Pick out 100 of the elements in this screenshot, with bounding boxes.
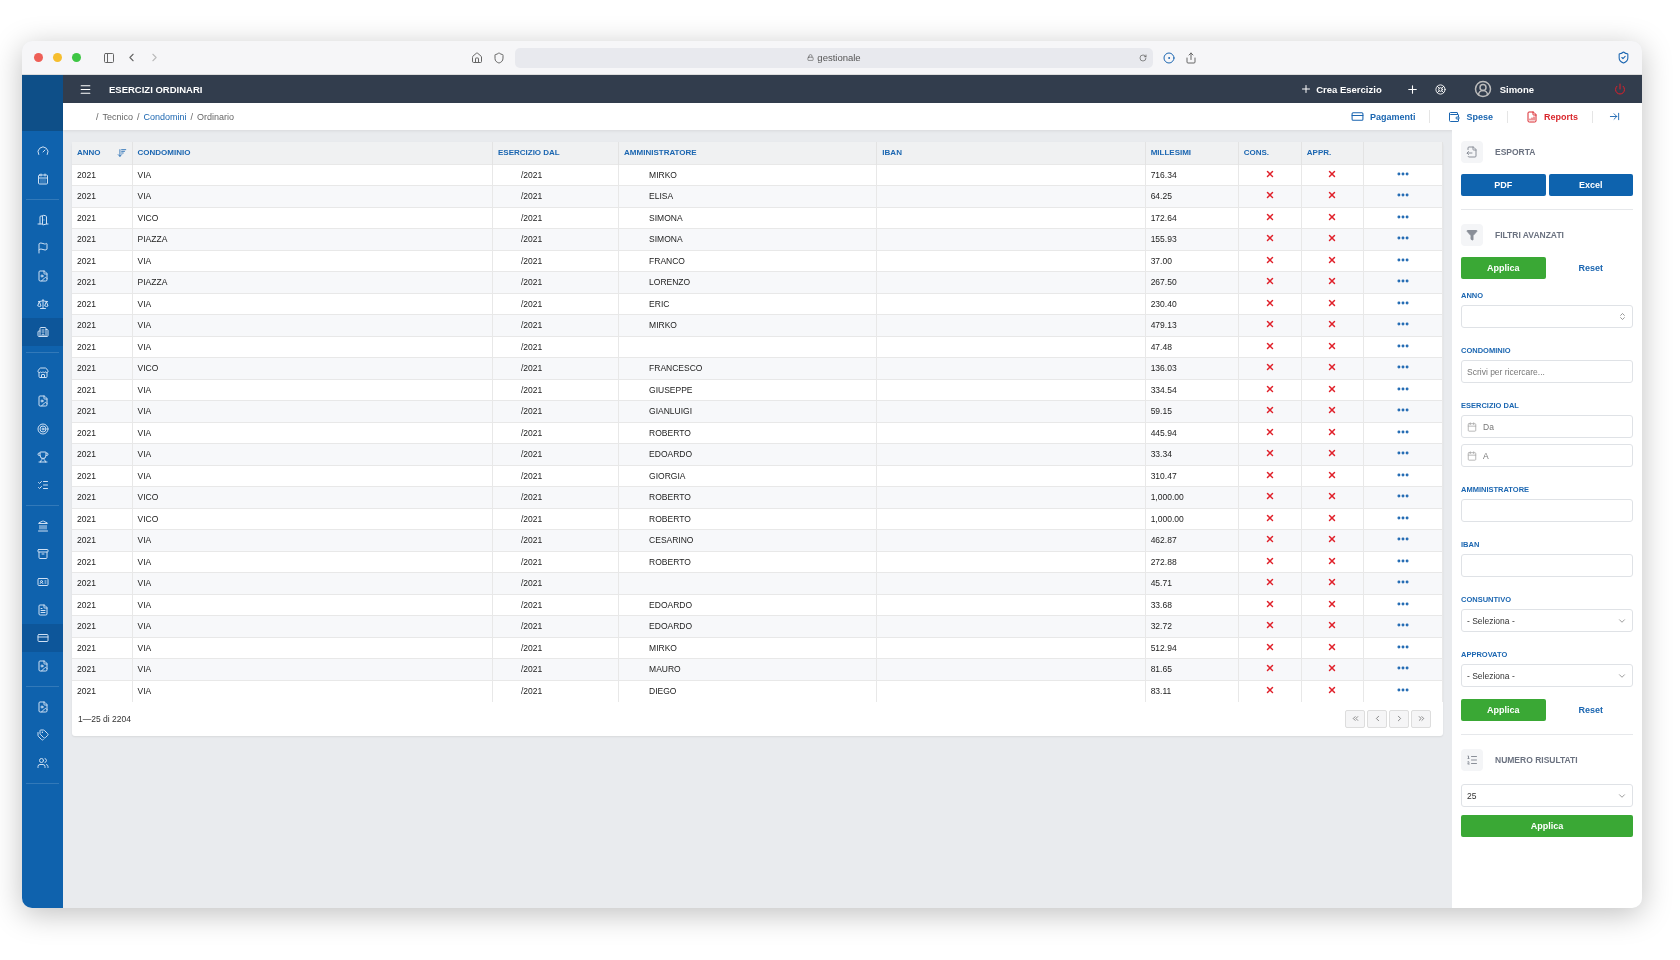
lock-icon [807,54,815,61]
select-value: - Seleziona - [1467,615,1516,626]
input-field[interactable] [1461,554,1633,577]
column-header[interactable]: CONDOMINIO [137,148,191,158]
export-button[interactable]: Excel [1548,174,1633,196]
table-cell: 2021 [77,686,96,696]
table-cell: /2021 [520,277,543,288]
breadcrumb-item: Tecnico [102,111,134,122]
create-link[interactable]: Crea Esercizio [1316,83,1382,95]
spinner-icon[interactable] [1618,312,1627,321]
apply-button[interactable]: Applica [1461,257,1546,279]
home-icon[interactable] [471,51,483,64]
reload-icon[interactable] [1139,53,1147,62]
shield-icon[interactable] [493,51,505,64]
input-field[interactable] [1461,499,1633,522]
plus-icon[interactable] [1405,82,1419,96]
input-field[interactable]: Scrivi per ricercare... [1461,360,1633,383]
table-cell: MIRKO [649,320,677,331]
table-cell: GIANLUIGI [649,406,693,417]
select-field[interactable]: - Seleziona - [1461,609,1633,632]
menu-icon[interactable] [79,82,92,96]
users-icon [36,757,49,769]
table-cell: 2021 [77,363,96,374]
reset-button[interactable]: Reset [1548,257,1633,279]
table-cell: 172.64 [1150,212,1177,223]
table-cell: 310.47 [1150,470,1177,481]
column-header[interactable]: IBAN [882,148,902,158]
select-value: 25 [1467,790,1478,801]
select-field[interactable]: 25 [1461,784,1633,807]
apply-button[interactable]: Applica [1461,699,1546,721]
table-cell: SIMONA [649,234,683,245]
column-header[interactable]: AMMINISTRATORE [624,148,697,158]
apply-button[interactable]: Applica [1461,815,1633,837]
table-cell: 479.13 [1150,320,1177,331]
table-cell: SIMONA [649,212,683,223]
table-cell: /2021 [520,363,543,374]
user-name[interactable]: Simone [1499,83,1534,95]
table-cell: 2021 [77,341,96,352]
column-header[interactable]: ANNO [77,148,101,158]
input-field[interactable]: A [1461,444,1633,467]
collapse-icon[interactable] [1609,111,1620,122]
table-cell: /2021 [520,212,543,223]
select-field[interactable]: - Seleziona - [1461,664,1633,687]
export-button[interactable]: PDF [1461,174,1546,196]
table-cell: 272.88 [1150,556,1177,567]
sidebar-item[interactable] [22,624,63,652]
table-cell: /2021 [520,535,543,546]
export-icon [1461,141,1483,163]
table-cell: PIAZZA [137,277,168,288]
avatar-icon[interactable] [1473,80,1492,98]
sort-icon[interactable] [116,147,127,158]
minimize-dot[interactable] [53,53,62,62]
card-icon [36,632,49,644]
shield-icon[interactable] [1617,51,1630,64]
calendar-icon [1467,450,1477,461]
nav-link[interactable]: Reports [1544,111,1578,122]
id-card-icon [36,576,49,588]
table-cell: 2021 [77,513,96,524]
table-cell: 334.54 [1150,384,1177,395]
input-field[interactable] [1461,305,1633,328]
table-cell: ERIC [649,298,670,309]
table-cell: VICO [137,363,159,374]
zoom-dot[interactable] [72,53,81,62]
double-chevron-right-icon [1416,714,1426,723]
table-cell: VIA [137,341,152,352]
table-cell: /2021 [520,384,543,395]
document-icon [36,604,49,616]
table-cell: 230.40 [1150,298,1177,309]
column-header[interactable]: CONS. [1243,148,1270,158]
nav-link[interactable]: Pagamenti [1369,111,1416,122]
table-cell: VIA [137,169,152,180]
sidebar-icon[interactable] [103,51,115,64]
table-cell: CESARINO [649,535,694,546]
table-cell: /2021 [520,686,543,696]
column-header[interactable]: APPR. [1306,148,1332,158]
help-icon[interactable] [1434,83,1446,95]
table-cell: GIORGIA [649,470,686,481]
table-cell: /2021 [520,642,543,653]
table-cell: 2021 [77,621,96,632]
input-field[interactable]: Da [1461,415,1633,438]
table-cell: 2021 [77,427,96,438]
report-icon [1526,110,1538,123]
close-dot[interactable] [34,53,43,62]
reset-button[interactable]: Reset [1548,699,1633,721]
table-cell: VIA [137,384,152,395]
table-cell: 2021 [77,470,96,481]
sidebar-item[interactable] [22,318,63,346]
address-bar[interactable]: gestionale [515,47,1153,68]
table-cell: 33.34 [1150,449,1172,460]
table-cell: /2021 [520,406,543,417]
placeholder-text: A [1483,450,1489,461]
table-cell: /2021 [520,234,543,245]
table-cell: /2021 [520,298,543,309]
table-cell: /2021 [520,470,543,481]
table-cell: 2021 [77,578,96,589]
breadcrumb-link[interactable]: Condomini [143,111,187,122]
table-cell: VIA [137,686,152,696]
nav-link[interactable]: Spese [1466,111,1493,122]
plus-icon [1300,83,1313,95]
share-icon[interactable] [1185,51,1197,64]
